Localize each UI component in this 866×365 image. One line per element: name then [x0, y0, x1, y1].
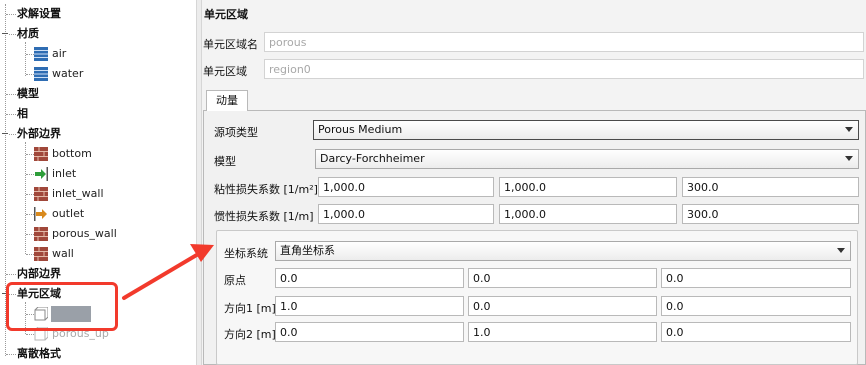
- direction2-y-input[interactable]: 1.0: [468, 322, 657, 342]
- origin-z-input[interactable]: 0.0: [661, 268, 851, 288]
- viscous-y-input[interactable]: 1,000.0: [499, 177, 677, 197]
- tab-momentum[interactable]: 动量: [206, 90, 248, 111]
- tree-node-discretization[interactable]: 离散格式: [17, 344, 61, 364]
- coord-system-select[interactable]: 直角坐标系: [275, 241, 851, 261]
- tree-node-external-boundary[interactable]: 外部边界: [17, 124, 61, 144]
- inertial-z-input[interactable]: 300.0: [682, 204, 859, 224]
- inlet-arrow-icon: [35, 167, 48, 181]
- tree-node-internal-boundary[interactable]: 内部边界: [17, 264, 61, 284]
- viscous-label: 粘性损失系数 [1/m²]: [214, 183, 318, 196]
- origin-x-input[interactable]: 0.0: [275, 268, 464, 288]
- zone-name-label: 单元区域名: [203, 38, 258, 51]
- collapse-icon[interactable]: [2, 33, 8, 34]
- zone-name-field: porous: [264, 32, 864, 52]
- viscous-z-input[interactable]: 300.0: [682, 177, 859, 197]
- origin-y-input[interactable]: 0.0: [468, 268, 657, 288]
- tree-node-phase[interactable]: 相: [17, 104, 28, 124]
- brick-wall-icon: [34, 147, 48, 161]
- chevron-down-icon: [845, 156, 853, 161]
- direction1-y-input[interactable]: 0.0: [468, 296, 657, 316]
- viscous-x-input[interactable]: 1,000.0: [318, 177, 494, 197]
- material-block-icon: [34, 47, 48, 61]
- tree-guide-line: [25, 42, 26, 76]
- form-header: 单元区域: [204, 8, 248, 21]
- cell-zone-form: 单元区域 单元区域名 porous 单元区域 region0 动量 源项类型 P…: [202, 0, 866, 365]
- tree-guide-line: [25, 142, 26, 254]
- origin-label: 原点: [224, 274, 246, 287]
- direction2-label: 方向2 [m]: [224, 328, 276, 341]
- outlet-arrow-icon: [34, 207, 47, 221]
- inertial-y-input[interactable]: 1,000.0: [499, 204, 677, 224]
- chevron-down-icon: [845, 127, 853, 132]
- tree-node-materials[interactable]: 材质: [17, 24, 39, 44]
- brick-wall-icon: [34, 247, 48, 261]
- direction1-z-input[interactable]: 0.0: [661, 296, 851, 316]
- direction1-label: 方向1 [m]: [224, 302, 276, 315]
- direction2-z-input[interactable]: 0.0: [661, 322, 851, 342]
- material-block-icon: [34, 67, 48, 81]
- source-type-select[interactable]: Porous Medium: [313, 120, 859, 140]
- direction1-x-input[interactable]: 1.0: [275, 296, 464, 316]
- annotation-highlight-box: [6, 282, 118, 331]
- brick-wall-icon: [34, 187, 48, 201]
- direction2-x-input[interactable]: 0.0: [275, 322, 464, 342]
- zone-label: 单元区域: [203, 65, 247, 78]
- inertial-label: 惯性损失系数 [1/m]: [214, 210, 314, 223]
- collapse-icon[interactable]: [2, 133, 8, 134]
- tree-node-solver-settings[interactable]: 求解设置: [17, 4, 61, 24]
- coord-system-label: 坐标系统: [224, 247, 268, 260]
- model-select[interactable]: Darcy-Forchheimer: [315, 149, 859, 169]
- source-type-label: 源项类型: [214, 126, 258, 139]
- inertial-x-input[interactable]: 1,000.0: [318, 204, 494, 224]
- model-label: 模型: [214, 155, 236, 168]
- chevron-down-icon: [837, 248, 845, 253]
- tree-node-model[interactable]: 模型: [17, 84, 39, 104]
- zone-field: region0: [264, 59, 864, 79]
- brick-wall-icon: [34, 227, 48, 241]
